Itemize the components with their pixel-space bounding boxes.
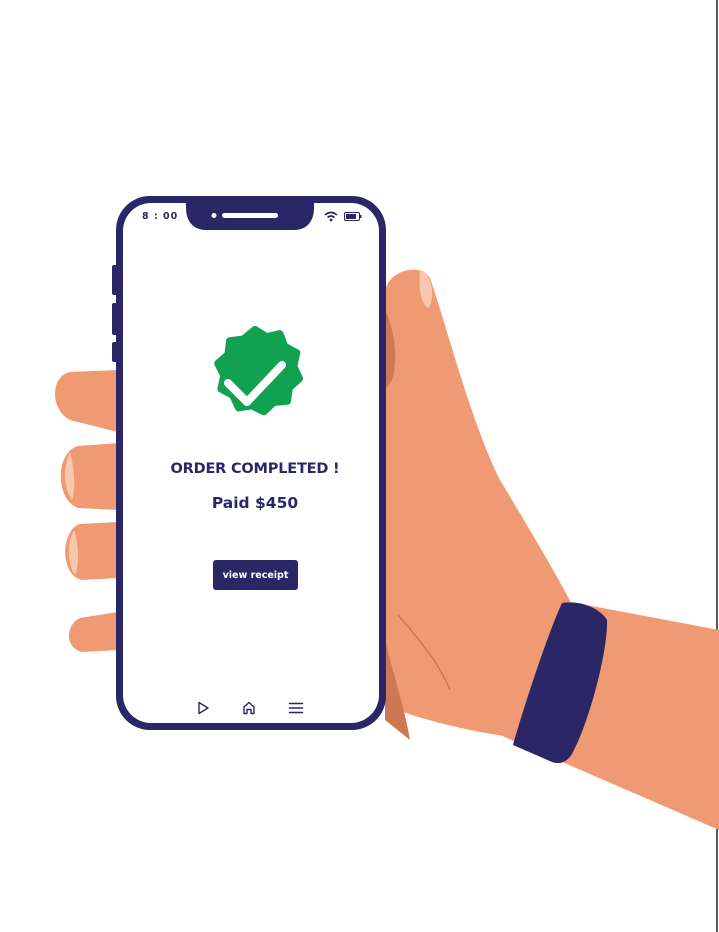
finger-4 [68, 612, 118, 652]
menu-icon[interactable] [287, 699, 305, 717]
view-receipt-button[interactable]: view receipt [213, 560, 298, 590]
wifi-icon [324, 211, 338, 222]
finger-1 [55, 370, 118, 432]
paid-amount: Paid $450 [211, 494, 299, 512]
play-icon[interactable] [194, 699, 212, 717]
order-status-title: ORDER COMPLETED ! [170, 461, 340, 477]
home-icon[interactable] [240, 699, 258, 717]
status-time: 8 : 00 [142, 211, 179, 222]
phone-speaker [222, 213, 278, 218]
battery-icon [344, 212, 362, 221]
phone-camera [211, 213, 217, 218]
status-icons [324, 210, 364, 224]
